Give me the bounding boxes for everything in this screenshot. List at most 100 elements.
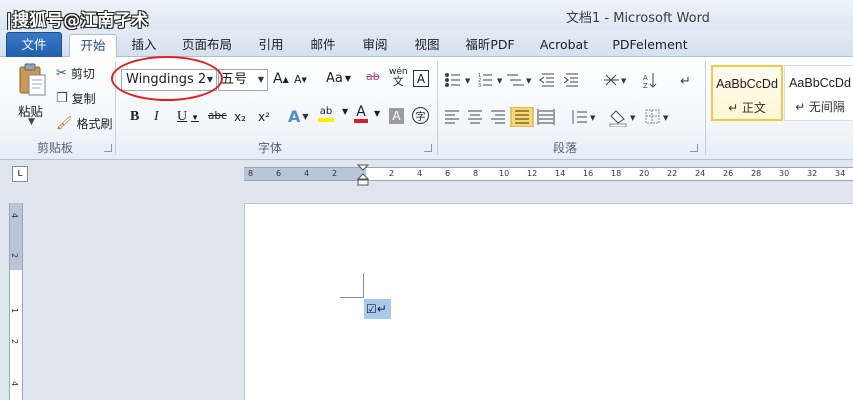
ruler-tick: 2 <box>389 169 395 178</box>
underline-button[interactable]: U ▼ <box>177 109 199 125</box>
bold-button[interactable]: B <box>130 109 139 125</box>
tab-pdfelement[interactable]: PDFelement <box>608 34 692 57</box>
grow-font-button[interactable]: A ▲ <box>273 71 289 87</box>
svg-text:↵: ↵ <box>680 74 691 89</box>
distributed-icon <box>537 109 555 125</box>
highlight-dropdown[interactable]: ▼ <box>342 107 348 116</box>
style-name: ↵ 正文 <box>728 101 766 115</box>
clear-formatting-icon: ab <box>366 70 380 83</box>
italic-button[interactable]: I <box>154 109 159 125</box>
svg-text:▼: ▼ <box>526 77 532 85</box>
style-sample: AaBbCcDd <box>789 76 851 90</box>
tab-home[interactable]: 开始 <box>69 34 117 58</box>
svg-text:A: A <box>643 74 648 82</box>
svg-text:▼: ▼ <box>465 77 471 85</box>
ruler-tick: 8 <box>248 169 254 178</box>
shading-icon <box>609 110 627 127</box>
character-border-button[interactable]: A <box>413 70 429 87</box>
font-color-icon: A <box>356 104 366 120</box>
watermark: |搜狐号@江南孑术 <box>6 11 149 31</box>
tab-acrobat[interactable]: Acrobat <box>534 34 594 57</box>
style-no-spacing[interactable]: AaBbCcDd ↵ 无间隔 <box>784 65 853 121</box>
svg-text:3: 3 <box>478 83 481 89</box>
character-shading-button[interactable]: A <box>389 108 404 124</box>
tab-page-layout[interactable]: 页面布局 <box>175 34 239 57</box>
numbering-icon: 123 <box>478 73 492 89</box>
font-size-value: 五号 <box>221 72 248 87</box>
ruler-tick: 24 <box>695 169 706 178</box>
ruler-tick: 22 <box>667 169 678 178</box>
chevron-down-icon: ▼ <box>257 75 264 84</box>
strikethrough-button[interactable]: abc <box>208 110 227 122</box>
clipboard-launcher-icon[interactable] <box>104 144 112 152</box>
margin-crop-mark <box>340 297 364 298</box>
font-color-button[interactable]: A <box>354 104 368 123</box>
ruler-tick: 4 <box>10 380 20 387</box>
ruler-tick: 2 <box>332 169 338 178</box>
ruler-tick: 28 <box>751 169 762 178</box>
cut-label: 剪切 <box>70 67 95 81</box>
tab-review[interactable]: 审阅 <box>354 34 396 57</box>
shrink-font-button[interactable]: A ▼ <box>294 73 307 86</box>
increase-indent-icon <box>563 73 578 87</box>
tab-foxit-pdf[interactable]: 福昕PDF <box>458 34 522 57</box>
paragraph-toolbar-row2: ▼ ▼ ▼ <box>445 107 669 127</box>
character-shading-icon: A <box>392 109 401 123</box>
align-left-icon <box>445 110 459 124</box>
subscript-icon: x₂ <box>234 110 246 124</box>
indent-marker-icon[interactable] <box>357 164 369 186</box>
show-paragraph-marks-icon: ↵ <box>680 74 691 89</box>
copy-button[interactable]: ❐ 复制 <box>56 90 96 107</box>
horizontal-ruler[interactable]: 8 6 4 2 2 4 6 8 10 12 14 16 18 20 22 24 … <box>244 167 853 181</box>
bullets-icon <box>445 73 460 87</box>
vertical-ruler[interactable]: 4 2 1 2 4 <box>9 203 23 400</box>
paragraph-toolbar-row1: ▼ 123 ▼ ▼ ▼ AZ ↵ <box>445 73 691 89</box>
subscript-button[interactable]: x₂ <box>234 110 246 124</box>
font-color-dropdown[interactable]: ▼ <box>374 109 380 118</box>
format-painter-button[interactable]: 🖌 格式刷 <box>56 115 113 132</box>
tab-insert[interactable]: 插入 <box>123 34 165 57</box>
selected-checkbox-symbol[interactable]: ☑↵ <box>364 299 391 319</box>
enclose-characters-icon: 字 <box>415 112 426 123</box>
decrease-indent-icon <box>539 73 554 87</box>
align-right-icon <box>491 110 505 124</box>
paragraph-launcher-icon[interactable] <box>690 144 698 152</box>
font-launcher-icon[interactable] <box>424 144 432 152</box>
text-effects-button[interactable]: A ▼ <box>288 107 309 126</box>
clear-formatting-button[interactable]: ab <box>366 70 380 83</box>
ruler-tick: 34 <box>835 169 846 178</box>
font-size-combobox[interactable]: 五号 ▼ <box>218 69 268 91</box>
brush-icon: 🖌 <box>56 116 73 131</box>
ruler-tick: 20 <box>639 169 650 178</box>
group-separator <box>705 61 706 155</box>
cut-button[interactable]: ✂ 剪切 <box>56 65 95 82</box>
svg-text:▼: ▼ <box>663 114 669 122</box>
style-normal[interactable]: AaBbCcDd ↵ 正文 <box>711 65 783 121</box>
svg-text:▼: ▼ <box>590 114 596 122</box>
document-page[interactable] <box>244 203 853 400</box>
ruler-tick: 10 <box>499 169 510 178</box>
shrink-font-icon: A <box>294 73 302 86</box>
tab-view[interactable]: 视图 <box>406 34 448 57</box>
phonetic-guide-button[interactable]: wén 文 <box>389 67 408 87</box>
style-sample: AaBbCcDd <box>716 77 778 91</box>
tab-selector-button[interactable]: L <box>12 166 28 182</box>
justify-active-bg <box>510 107 534 127</box>
ruler-tick: 4 <box>304 169 310 178</box>
svg-text:▼: ▼ <box>621 77 627 85</box>
ruler-tick: 32 <box>807 169 818 178</box>
ruler-tick: 6 <box>445 169 451 178</box>
tab-mailings[interactable]: 邮件 <box>302 34 344 57</box>
change-case-button[interactable]: Aa ▼ <box>326 71 351 86</box>
tab-file[interactable]: 文件 <box>6 32 62 57</box>
tab-references[interactable]: 引用 <box>250 34 292 57</box>
multilevel-list-icon <box>507 74 524 86</box>
ruler-tick: 2 <box>10 252 20 259</box>
enclose-characters-button[interactable]: 字 <box>412 107 429 124</box>
superscript-button[interactable]: x² <box>258 110 270 124</box>
ruler-tick: 4 <box>10 212 20 219</box>
group-separator <box>437 61 438 155</box>
ruler-tick: 6 <box>276 169 282 178</box>
highlight-button[interactable]: ab <box>318 107 334 122</box>
group-label-font: 字体 <box>257 141 282 155</box>
